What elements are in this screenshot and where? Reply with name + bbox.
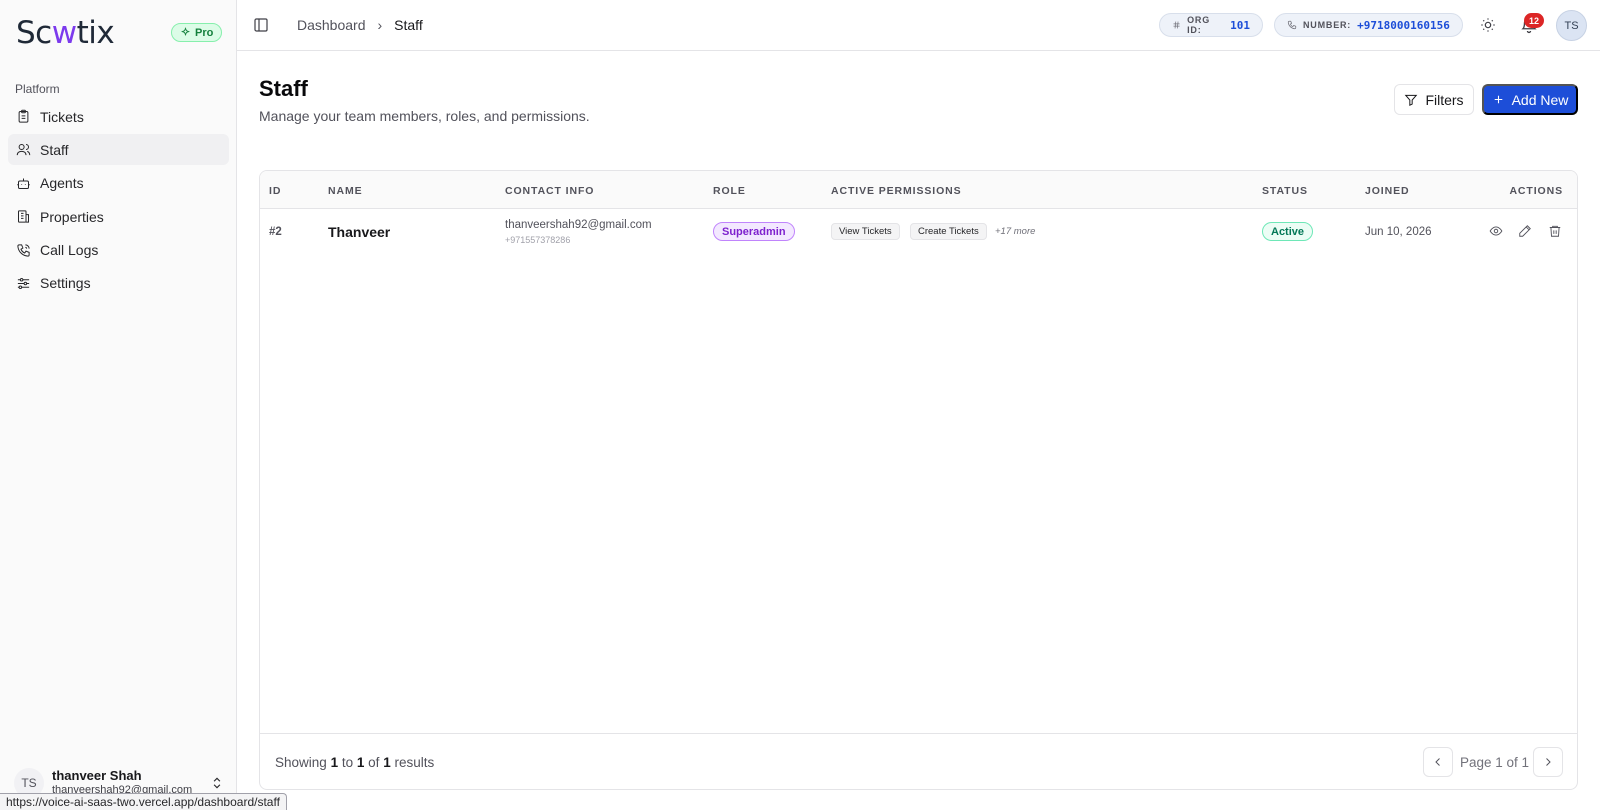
more-permissions-link[interactable]: +17 more (995, 226, 1035, 237)
hash-icon (1173, 21, 1180, 29)
sidebar-item-label: Staff (40, 141, 69, 158)
sidebar-item-staff[interactable]: Staff (8, 134, 229, 166)
sidebar-item-tickets[interactable]: Tickets (8, 101, 229, 132)
filter-icon (1405, 94, 1418, 106)
view-button[interactable] (1489, 224, 1503, 238)
breadcrumb: Dashboard › Staff (297, 17, 423, 33)
permission-tag: View Tickets (831, 223, 900, 240)
filters-button[interactable]: Filters (1394, 84, 1474, 115)
sidebar-item-label: Tickets (40, 108, 84, 125)
notification-count-badge: 12 (1524, 13, 1544, 28)
sidebar-section-label: Platform (15, 82, 60, 96)
column-header-actions: ACTIONS (1509, 185, 1563, 197)
plus-icon (1494, 95, 1502, 104)
phone-icon (17, 243, 30, 257)
chevron-right-icon (1546, 758, 1551, 766)
top-bar: Dashboard › Staff ORG ID: 101 NUMBER: +9… (237, 0, 1600, 51)
theme-toggle-sun-icon[interactable] (1480, 17, 1496, 33)
status-badge: Active (1262, 222, 1314, 241)
breadcrumb-current: Staff (394, 17, 423, 33)
delete-button[interactable] (1548, 224, 1562, 238)
bot-icon (17, 178, 30, 189)
phone-number-value: +9718000160156 (1357, 18, 1450, 32)
sidebar-item-properties[interactable]: Properties (8, 201, 229, 232)
permission-tag: Create Tickets (910, 223, 987, 240)
next-page-button[interactable] (1533, 747, 1563, 777)
chevrons-up-down-icon (213, 777, 221, 789)
status-bar-url: https://voice-ai-saas-two.vercel.app/das… (0, 793, 287, 810)
page-title: Staff (259, 76, 308, 101)
sidebar-item-label: Agents (40, 175, 84, 192)
column-header-role: ROLE (713, 185, 746, 197)
staff-phone: +971557378286 (505, 235, 571, 245)
staff-id: #2 (269, 226, 282, 238)
phone-number-pill: NUMBER: +9718000160156 (1274, 13, 1463, 37)
brand-logo[interactable]: Scwtix (16, 14, 115, 52)
sidebar-toggle-icon[interactable] (253, 17, 269, 33)
sidebar-item-label: Settings (40, 275, 91, 292)
pencil-icon (1519, 225, 1531, 237)
staff-email: thanveershah92@gmail.com (505, 219, 652, 231)
table-row[interactable]: #2 Thanveer thanveershah92@gmail.com +97… (260, 209, 1577, 255)
breadcrumb-separator: › (377, 17, 383, 33)
chevron-left-icon (1435, 758, 1440, 766)
joined-date: Jun 10, 2026 (1365, 226, 1432, 238)
column-header-permissions: ACTIVE PERMISSIONS (831, 185, 962, 197)
results-summary: Showing 1 to 1 of 1 results (275, 755, 435, 770)
add-new-button[interactable]: Add New (1482, 84, 1578, 115)
sidebar-item-label: Properties (40, 208, 104, 225)
breadcrumb-dashboard[interactable]: Dashboard (297, 17, 366, 33)
column-header-joined: JOINED (1365, 185, 1410, 197)
sidebar: Scwtix Pro Platform Tickets Staff Agents… (0, 0, 237, 810)
sidebar-item-call-logs[interactable]: Call Logs (8, 235, 229, 266)
sidebar-nav: Tickets Staff Agents Properties Call Log… (8, 101, 229, 301)
users-icon (16, 144, 31, 156)
staff-name: Thanveer (328, 224, 391, 240)
sidebar-item-agents[interactable]: Agents (8, 168, 229, 199)
page-indicator: Page 1 of 1 (1460, 755, 1530, 770)
page-subtitle: Manage your team members, roles, and per… (259, 108, 590, 124)
org-id-value: 101 (1230, 18, 1250, 32)
eye-icon (1489, 226, 1503, 236)
previous-page-button[interactable] (1423, 747, 1453, 777)
phone-icon (1287, 20, 1297, 30)
org-id-pill: ORG ID: 101 (1159, 13, 1263, 37)
trash-icon (1549, 225, 1561, 237)
sparkles-icon (181, 27, 190, 37)
sidebar-item-settings[interactable]: Settings (8, 268, 229, 299)
clipboard-icon (18, 109, 29, 123)
plan-badge: Pro (171, 23, 223, 42)
staff-table: ID NAME CONTACT INFO ROLE ACTIVE PERMISS… (259, 170, 1578, 790)
table-footer: Showing 1 to 1 of 1 results Page 1 of 1 (260, 733, 1577, 789)
user-name: thanveer Shah (52, 768, 142, 783)
role-badge: Superadmin (713, 222, 795, 241)
edit-button[interactable] (1518, 224, 1532, 238)
column-header-id: ID (269, 185, 282, 197)
avatar[interactable]: TS (1556, 10, 1587, 41)
sidebar-item-label: Call Logs (40, 242, 99, 259)
building-icon (18, 210, 29, 223)
brand-name: Scwtix (16, 15, 115, 51)
column-header-name: NAME (328, 185, 363, 197)
table-header: ID NAME CONTACT INFO ROLE ACTIVE PERMISS… (260, 171, 1577, 209)
column-header-contact: CONTACT INFO (505, 185, 595, 197)
column-header-status: STATUS (1262, 185, 1308, 197)
sliders-icon (17, 277, 30, 289)
